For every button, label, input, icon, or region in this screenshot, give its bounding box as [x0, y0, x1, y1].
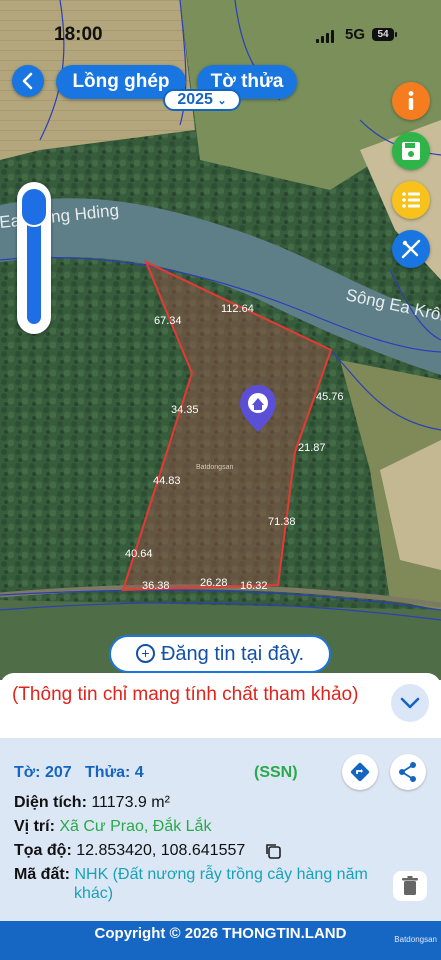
- sheet-label: Tờ:: [14, 764, 41, 781]
- save-icon: [402, 142, 420, 160]
- opacity-slider[interactable]: [17, 182, 51, 334]
- directions-icon: [350, 762, 370, 782]
- slider-thumb[interactable]: [20, 187, 48, 227]
- plot-label: Thửa:: [84, 764, 131, 781]
- list-icon: [402, 192, 420, 208]
- info-button[interactable]: [392, 82, 430, 120]
- area-value: 11173.9 m²: [91, 794, 170, 811]
- edge-length-label: 40.64: [125, 548, 153, 560]
- edge-length-label: 36.38: [142, 580, 170, 592]
- battery-icon: 54: [372, 28, 397, 41]
- share-icon: [399, 762, 416, 782]
- edge-length-label: 21.87: [298, 442, 326, 454]
- save-button[interactable]: [392, 132, 430, 170]
- landuse-label: Mã đất:: [14, 866, 70, 883]
- chevron-down-icon: [400, 697, 420, 709]
- edge-length-label: 67.34: [154, 315, 182, 327]
- plot-value: 4: [134, 764, 144, 781]
- network-type: 5G: [345, 26, 366, 43]
- edge-length-label: 45.76: [316, 391, 344, 403]
- sheet-plot-row: Tờ: 207 Thửa: 4: [14, 764, 144, 782]
- chevron-down-icon: ⌄: [217, 95, 227, 107]
- landuse-row: Mã đất: NHK (Đất nương rẫy trồng cây hàn…: [14, 866, 368, 884]
- info-icon: [408, 91, 414, 110]
- list-button[interactable]: [392, 181, 430, 219]
- ruler-pencil-icon: [401, 239, 421, 259]
- edge-length-label: 16.32: [240, 580, 268, 592]
- coordinates-row: Tọa độ: 12.853420, 108.641557: [14, 842, 245, 860]
- directions-button[interactable]: [342, 754, 378, 790]
- copy-icon[interactable]: [264, 842, 282, 865]
- plus-circle-icon: +: [135, 644, 155, 663]
- delete-button[interactable]: [393, 871, 427, 901]
- source-label: (SSN): [254, 764, 298, 781]
- footer: Copyright © 2026 THONGTIN.LAND Batdongsa…: [0, 921, 441, 960]
- collapse-panel-button[interactable]: [391, 684, 429, 722]
- disclaimer-text: (Thông tin chỉ mang tính chất tham khảo): [12, 684, 359, 705]
- trash-icon: [402, 876, 418, 895]
- edge-length-label: 26.28: [200, 577, 228, 589]
- post-listing-label: Đăng tin tại đây.: [160, 643, 305, 665]
- year-select[interactable]: 2025 ⌄: [163, 89, 241, 111]
- location-row: Vị trí: Xã Cư Prao, Đắk Lắk: [14, 818, 211, 836]
- footer-watermark: Batdongsan: [394, 935, 437, 944]
- edge-length-label: 34.35: [171, 404, 199, 416]
- location-value: Xã Cư Prao, Đắk Lắk: [59, 818, 212, 835]
- status-bar: 18:00 5G 54: [0, 24, 441, 50]
- status-time: 18:00: [54, 24, 103, 45]
- landuse-value-cont: khác): [74, 885, 114, 902]
- edge-length-label: 71.38: [268, 516, 296, 528]
- area-row: Diện tích: 11173.9 m²: [14, 794, 170, 812]
- year-value: 2025: [177, 91, 213, 108]
- landuse-value: NHK (Đất nương rẫy trồng cây hàng năm: [74, 866, 368, 883]
- measure-button[interactable]: [392, 230, 430, 268]
- sheet-value: 207: [44, 764, 72, 781]
- chevron-left-icon: [22, 72, 33, 90]
- coordinates-label: Tọa độ:: [14, 842, 72, 859]
- back-button[interactable]: [12, 65, 44, 97]
- post-listing-button[interactable]: + Đăng tin tại đây.: [109, 635, 331, 673]
- map-watermark: Batdongsan: [196, 464, 233, 471]
- coordinates-value: 12.853420, 108.641557: [76, 842, 246, 859]
- area-label: Diện tích:: [14, 794, 87, 811]
- location-label: Vị trí:: [14, 818, 55, 835]
- copyright-text: Copyright © 2026 THONGTIN.LAND: [94, 925, 347, 942]
- signal-icon: [316, 30, 334, 43]
- parcel-info-panel: (Thông tin chỉ mang tính chất tham khảo): [0, 673, 441, 960]
- share-button[interactable]: [390, 754, 426, 790]
- edge-length-label: 112.64: [221, 303, 254, 315]
- edge-length-label: 44.83: [153, 475, 181, 487]
